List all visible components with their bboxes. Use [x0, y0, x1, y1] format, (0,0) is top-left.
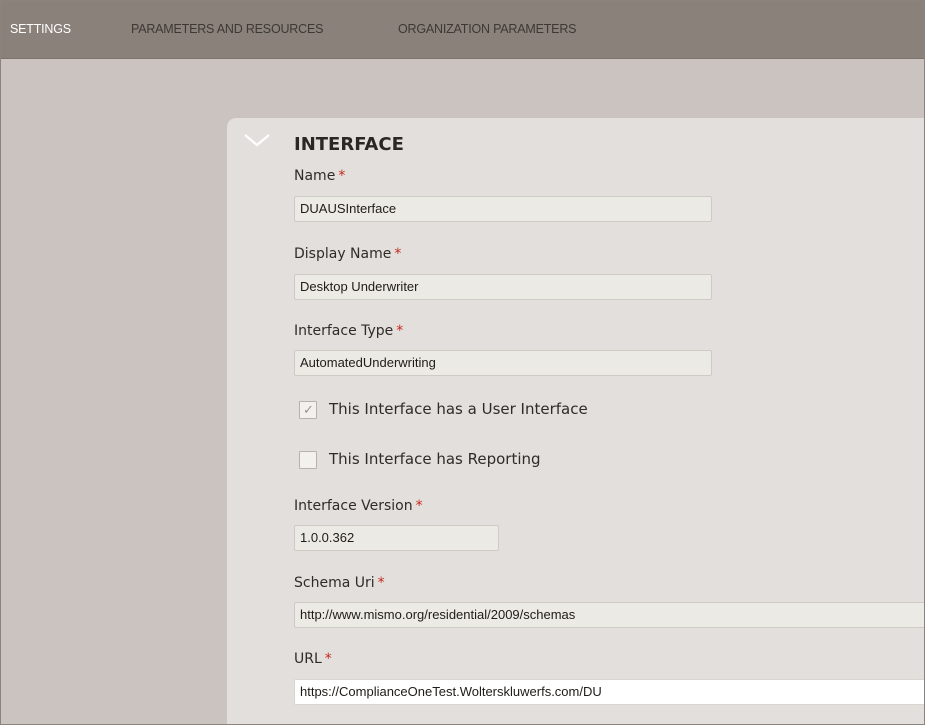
url-label-text: URL — [294, 651, 322, 667]
display-name-input[interactable]: Desktop Underwriter — [294, 274, 712, 300]
interface-version-input[interactable]: 1.0.0.362 — [294, 525, 499, 551]
section-title: INTERFACE — [294, 134, 404, 155]
interface-version-label: Interface Version * — [294, 498, 423, 514]
required-marker: * — [324, 651, 332, 667]
interface-type-label: Interface Type * — [294, 323, 403, 339]
user-interface-checkbox[interactable]: ✓ — [299, 401, 317, 419]
name-label-text: Name — [294, 168, 336, 184]
tab-parameters-and-resources[interactable]: PARAMETERS AND RESOURCES — [131, 22, 323, 36]
interface-version-label-text: Interface Version — [294, 498, 413, 514]
required-marker: * — [396, 323, 404, 339]
reporting-checkbox-label: This Interface has Reporting — [329, 450, 541, 468]
chevron-down-icon[interactable] — [242, 130, 272, 150]
required-marker: * — [394, 246, 402, 262]
display-name-label-text: Display Name — [294, 246, 392, 262]
user-interface-checkbox-label: This Interface has a User Interface — [329, 400, 588, 418]
user-interface-checkbox-row[interactable]: ✓ This Interface has a User Interface — [299, 400, 629, 422]
required-marker: * — [377, 575, 385, 591]
tab-settings[interactable]: SETTINGS — [10, 22, 71, 36]
name-input[interactable]: DUAUSInterface — [294, 196, 712, 222]
tab-organization-parameters[interactable]: ORGANIZATION PARAMETERS — [398, 22, 576, 36]
schema-uri-input[interactable]: http://www.mismo.org/residential/2009/sc… — [294, 602, 924, 628]
top-navigation: SETTINGS PARAMETERS AND RESOURCES ORGANI… — [1, 1, 924, 59]
display-name-label: Display Name * — [294, 246, 401, 262]
required-marker: * — [415, 498, 423, 514]
checkmark-icon: ✓ — [303, 403, 314, 418]
required-marker: * — [338, 168, 346, 184]
name-label: Name * — [294, 168, 345, 184]
interface-type-label-text: Interface Type — [294, 323, 394, 339]
url-input[interactable]: https://ComplianceOneTest.Wolterskluwerf… — [294, 679, 924, 705]
schema-uri-label-text: Schema Uri — [294, 575, 375, 591]
schema-uri-label: Schema Uri * — [294, 575, 385, 591]
left-pane — [1, 59, 227, 724]
interface-panel: INTERFACE Name * DUAUSInterface Display N… — [227, 118, 924, 724]
app-window: SETTINGS PARAMETERS AND RESOURCES ORGANI… — [0, 0, 925, 725]
interface-type-input[interactable]: AutomatedUnderwriting — [294, 350, 712, 376]
reporting-checkbox-row[interactable]: This Interface has Reporting — [299, 450, 599, 472]
reporting-checkbox[interactable] — [299, 451, 317, 469]
url-label: URL * — [294, 651, 332, 667]
